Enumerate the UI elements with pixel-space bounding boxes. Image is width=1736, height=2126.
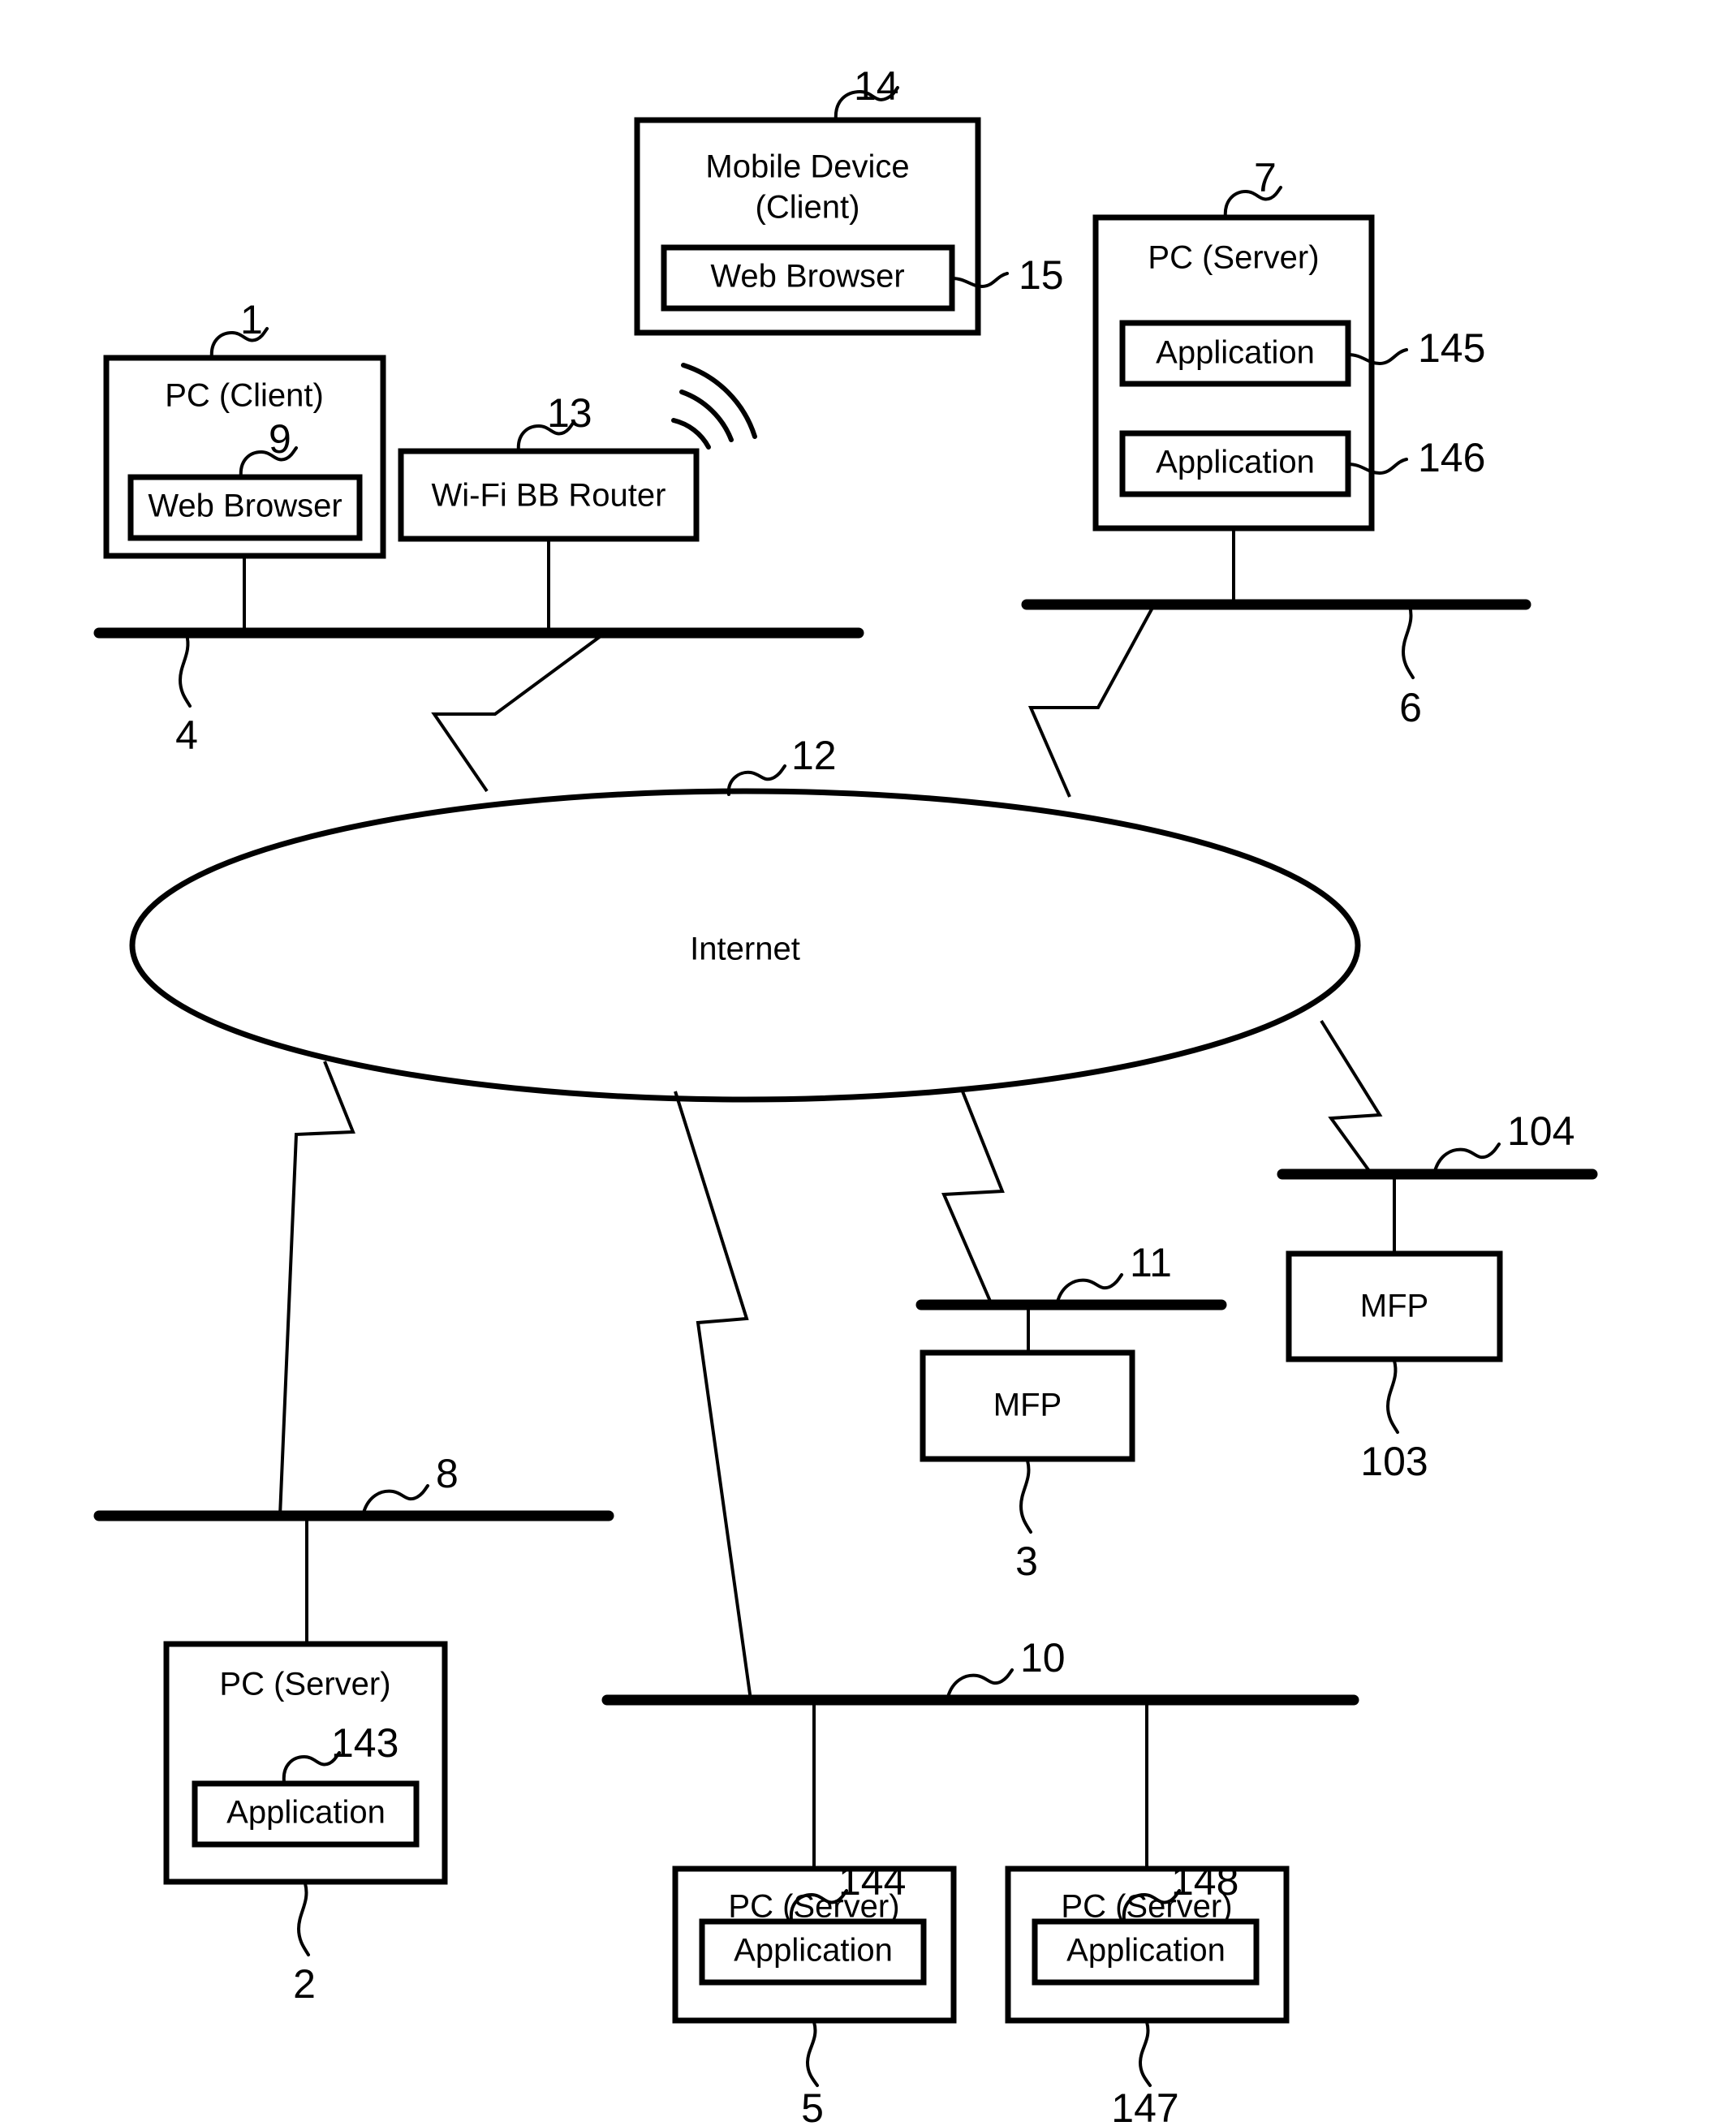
application-145-label: Application (1156, 335, 1315, 371)
ref-leader-11 (1056, 1273, 1123, 1303)
link-internet-to-bus8 (278, 1061, 355, 1517)
node-mfp-center[interactable]: MFP 3 (920, 1305, 1135, 1584)
ref-label-3: 3 (1015, 1539, 1038, 1584)
ref-leader-147 (1138, 2021, 1152, 2087)
link-bus4-to-internet (431, 635, 602, 793)
internet-label: Internet (690, 932, 800, 967)
pc-server-top-label: PC (Server) (1148, 240, 1319, 276)
ref-leader-5 (805, 2021, 819, 2087)
ref-label-6: 6 (1399, 685, 1422, 730)
ref-label-103: 103 (1360, 1439, 1428, 1484)
ref-label-10: 10 (1020, 1635, 1066, 1681)
node-pc-client[interactable]: PC (Client) Web Browser 1 9 (103, 297, 386, 633)
mobile-device-label-line1: Mobile Device (705, 149, 909, 185)
ref-label-1: 1 (240, 297, 263, 342)
wifi-router-label: Wi-Fi BB Router (432, 478, 666, 514)
ref-label-11: 11 (1130, 1240, 1172, 1285)
ref-leader-4 (178, 633, 192, 708)
ref-label-12: 12 (791, 733, 837, 778)
application-146-label: Application (1156, 445, 1315, 480)
node-pc-server-bottom1[interactable]: PC (Server) Application 144 5 (672, 1700, 957, 2126)
ref-label-147: 147 (1111, 2085, 1178, 2126)
node-pc-server-top[interactable]: PC (Server) Application Application 7 14… (1092, 155, 1485, 532)
ref-label-15: 15 (1019, 252, 1064, 298)
pc-server-left-label: PC (Server) (219, 1667, 390, 1702)
ref-label-4: 4 (175, 712, 198, 758)
ref-label-7: 7 (1254, 155, 1277, 200)
bus-4: 4 (93, 627, 864, 758)
node-pc-server-left[interactable]: PC (Server) Application 143 2 (163, 1516, 448, 2007)
link-bus6-to-internet (1027, 607, 1154, 798)
ref-leader-10 (946, 1668, 1014, 1698)
node-mfp-right[interactable]: MFP 103 (1286, 1174, 1503, 1484)
ref-leader-104 (1433, 1143, 1501, 1173)
ref-label-5: 5 (801, 2085, 824, 2126)
ref-label-144: 144 (838, 1858, 906, 1904)
patent-figure-canvas: Mobile Device (Client) Web Browser 14 15… (0, 0, 1736, 2126)
bus-8: 8 (93, 1451, 614, 1521)
ref-label-104: 104 (1507, 1108, 1574, 1154)
application-143-label: Application (226, 1795, 386, 1831)
ref-label-2: 2 (293, 1961, 316, 2007)
ref-label-145: 145 (1418, 325, 1485, 371)
link-internet-to-bus10 (674, 1091, 752, 1701)
link-internet-to-bus104 (1320, 1019, 1383, 1176)
pc-client-label: PC (Client) (165, 378, 324, 414)
ref-label-146: 146 (1418, 435, 1485, 480)
application-148-label: Application (1066, 1933, 1226, 1969)
ref-leader-103 (1385, 1359, 1399, 1434)
mfp-right-label: MFP (1360, 1289, 1428, 1324)
ref-label-143: 143 (331, 1720, 398, 1766)
ref-label-14: 14 (854, 63, 899, 109)
bus-104: 104 (1277, 1108, 1598, 1180)
mfp-center-label: MFP (993, 1388, 1062, 1423)
application-144-label: Application (734, 1933, 893, 1969)
wifi-signal-icon (671, 363, 757, 450)
node-mobile-device[interactable]: Mobile Device (Client) Web Browser 14 15 (634, 63, 1064, 336)
ref-leader-2 (296, 1882, 310, 1956)
ref-label-13: 13 (547, 390, 592, 436)
ref-leader-8 (362, 1484, 429, 1514)
node-pc-server-bottom2[interactable]: PC (Server) Application 148 147 (1005, 1700, 1290, 2126)
network-diagram-svg: Mobile Device (Client) Web Browser 14 15… (93, 63, 1598, 2126)
mobile-device-label-line2: (Client) (756, 190, 860, 226)
ref-leader-3 (1019, 1459, 1032, 1534)
ref-label-9: 9 (269, 416, 291, 462)
ref-label-8: 8 (436, 1451, 459, 1496)
node-wifi-router[interactable]: Wi-Fi BB Router 13 (398, 363, 757, 633)
ref-leader-6 (1401, 605, 1415, 679)
bus-10: 10 (601, 1635, 1359, 1706)
internet-cloud[interactable]: Internet 12 (129, 733, 1361, 1103)
link-internet-to-bus11 (941, 1091, 1005, 1306)
mobile-web-browser-label: Web Browser (710, 259, 904, 295)
pc-client-web-browser-label: Web Browser (148, 488, 342, 524)
ref-label-148: 148 (1171, 1858, 1238, 1904)
